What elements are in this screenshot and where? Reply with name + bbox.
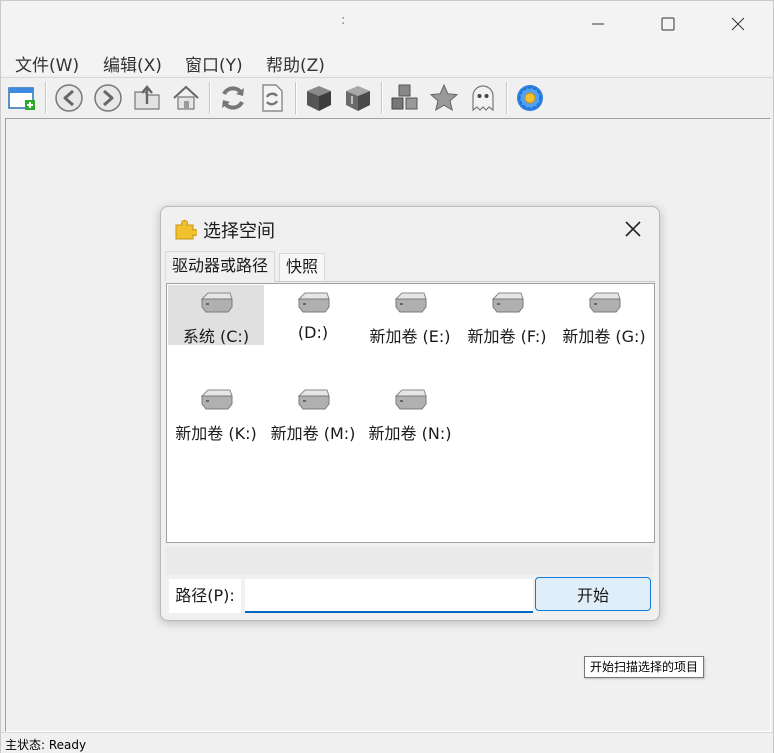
menu-file[interactable]: 文件(W) — [15, 51, 79, 76]
drive-item[interactable]: 新加卷 (N:) — [362, 382, 458, 443]
forward-button[interactable] — [92, 82, 124, 114]
drive-icon — [491, 292, 524, 313]
window-title: : — [341, 13, 346, 28]
favorites-button[interactable] — [428, 82, 460, 114]
refresh-document-icon — [262, 84, 283, 112]
drive-label: 新加卷 (M:) — [270, 424, 356, 443]
home-button[interactable] — [170, 82, 202, 114]
box-dark-icon — [307, 86, 331, 111]
select-space-dialog: 选择空间 驱动器或路径 快照 系统 (C:) (D:) 新加卷 (E:) 新加卷 (F… — [160, 206, 660, 621]
dialog-separator-strip — [166, 547, 653, 575]
box-dark-button[interactable] — [303, 82, 335, 114]
drive-label: (D:) — [297, 323, 329, 342]
back-icon — [55, 84, 83, 112]
close-icon — [731, 17, 745, 31]
drive-icon — [200, 389, 233, 410]
drive-item[interactable]: 新加卷 (M:) — [265, 382, 361, 443]
drive-label: 新加卷 (K:) — [175, 424, 257, 443]
toolbar-separator — [506, 82, 508, 114]
up-folder-icon — [134, 85, 160, 110]
puzzle-icon — [173, 217, 199, 245]
drive-icon — [297, 389, 330, 410]
new-window-icon — [8, 87, 35, 110]
refresh-icon — [222, 86, 244, 110]
back-button[interactable] — [53, 82, 85, 114]
toolbar-separator — [45, 82, 47, 114]
up-folder-button[interactable] — [131, 82, 163, 114]
status-text: 主状态: Ready — [5, 738, 87, 752]
close-icon — [625, 221, 641, 237]
maximize-icon — [661, 17, 675, 31]
start-tooltip: 开始扫描选择的项目 — [584, 656, 705, 678]
tab-snapshot[interactable]: 快照 — [279, 253, 326, 281]
refresh-button[interactable] — [217, 82, 249, 114]
menu-help[interactable]: 帮助(Z) — [266, 51, 325, 76]
drive-item[interactable]: 新加卷 (K:) — [168, 382, 264, 443]
drive-item[interactable]: 新加卷 (E:) — [362, 285, 458, 346]
toolbar-separator — [381, 82, 383, 114]
cubes-icon — [391, 84, 418, 110]
minimize-icon — [592, 23, 604, 25]
drive-label: 新加卷 (F:) — [467, 327, 547, 346]
drive-label: 新加卷 (E:) — [369, 327, 451, 346]
drive-icon — [297, 292, 330, 313]
toolbar-separator — [295, 82, 297, 114]
drive-item[interactable]: (D:) — [265, 285, 361, 345]
menu-bar: 文件(W) 编辑(X) 窗口(Y) 帮助(Z) — [1, 47, 773, 76]
toolbar-separator — [209, 82, 211, 114]
drive-item[interactable]: 新加卷 (G:) — [556, 285, 652, 346]
ghost-button[interactable] — [467, 82, 499, 114]
dialog-close-button[interactable] — [619, 215, 647, 243]
drive-icon — [588, 292, 621, 313]
drive-list: 系统 (C:) (D:) 新加卷 (E:) 新加卷 (F:) 新加卷 (G:) 新加卷 (… — [166, 283, 655, 543]
toolbar — [1, 77, 773, 118]
drive-icon — [394, 292, 427, 313]
star-icon — [429, 83, 459, 112]
drive-icon — [394, 389, 427, 410]
maximize-button[interactable] — [633, 1, 703, 47]
dialog-tabs: 驱动器或路径 快照 — [165, 251, 655, 282]
drive-label: 新加卷 (G:) — [562, 327, 646, 346]
dialog-title: 选择空间 — [203, 221, 275, 242]
drive-item[interactable]: 新加卷 (F:) — [459, 285, 555, 346]
path-label: 路径(P): — [169, 579, 241, 613]
new-window-button[interactable] — [6, 82, 38, 114]
title-bar[interactable]: : — [1, 1, 773, 47]
drive-label: 新加卷 (N:) — [368, 424, 452, 443]
status-bar: 主状态: Ready — [1, 732, 773, 753]
ghost-icon — [472, 85, 494, 112]
gear-flower-icon — [517, 85, 543, 111]
menu-window[interactable]: 窗口(Y) — [185, 51, 243, 76]
cubes-button[interactable] — [389, 82, 421, 114]
home-icon — [173, 85, 199, 110]
box-lid-button[interactable] — [342, 82, 374, 114]
start-button[interactable]: 开始 — [535, 577, 651, 611]
drive-label: 系统 (C:) — [182, 327, 250, 346]
menu-edit[interactable]: 编辑(X) — [103, 51, 162, 76]
box-lid-icon — [346, 86, 370, 111]
close-button[interactable] — [703, 1, 773, 47]
drive-item[interactable]: 系统 (C:) — [168, 285, 264, 346]
refresh-document-button[interactable] — [256, 82, 288, 114]
forward-icon — [94, 84, 122, 112]
path-input[interactable] — [245, 579, 533, 613]
tab-drive-or-path[interactable]: 驱动器或路径 — [165, 251, 276, 282]
settings-button[interactable] — [514, 82, 546, 114]
minimize-button[interactable] — [563, 1, 633, 47]
drive-icon — [200, 292, 233, 313]
